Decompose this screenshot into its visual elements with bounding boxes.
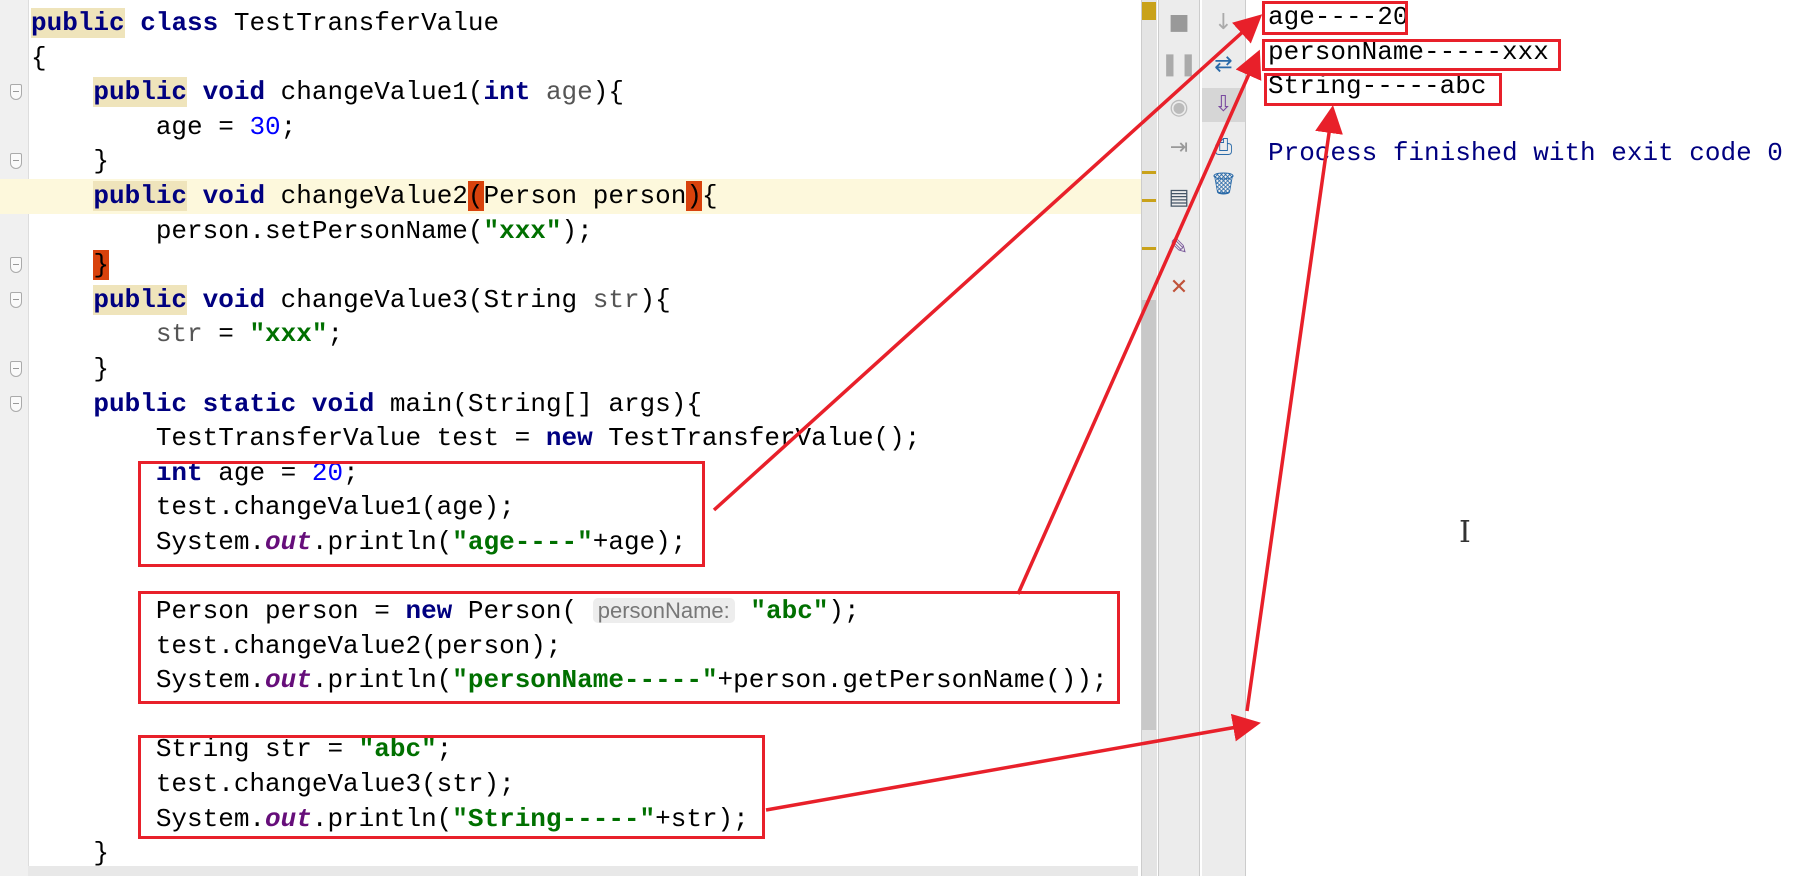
- arrow-string-up: [1245, 105, 1343, 712]
- annotation-arrows: [712, 14, 1343, 812]
- arrow-age: [712, 14, 1263, 512]
- text-cursor-icon: I: [1459, 515, 1471, 550]
- arrow-string: [765, 713, 1261, 812]
- arrow-person: [1016, 49, 1262, 595]
